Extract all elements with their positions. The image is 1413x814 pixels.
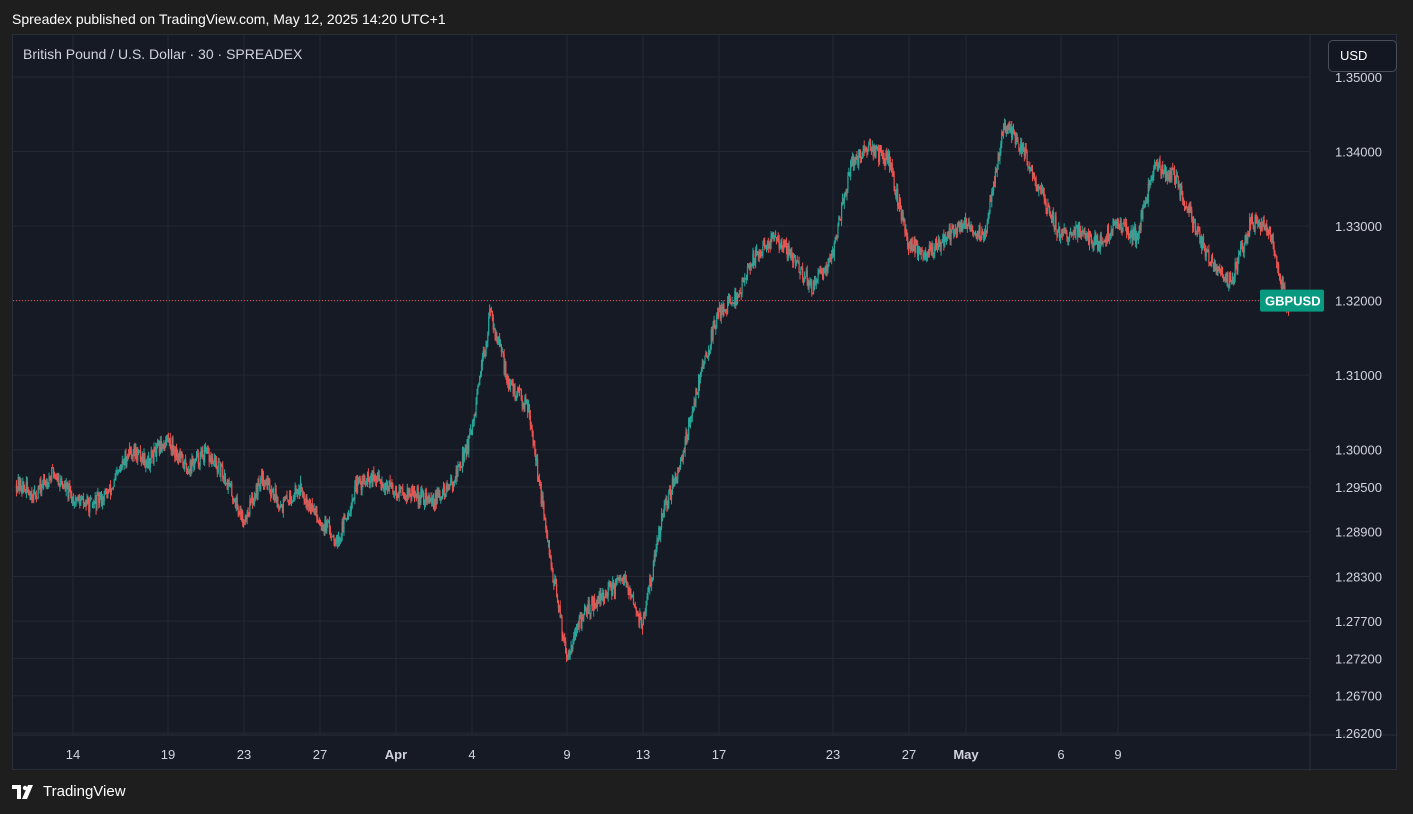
price-chart[interactable]: 1.35000 1.34000 1.33000 1.32000 1.31000 1.300…	[13, 35, 1398, 771]
x-tick-label: 27	[902, 747, 916, 762]
tradingview-icon	[12, 784, 33, 799]
y-tick-label: 1.30000	[1335, 443, 1382, 458]
x-tick-label: 19	[161, 747, 175, 762]
x-tick-label: 9	[563, 747, 570, 762]
candles	[15, 118, 1290, 662]
y-tick-label: 1.35000	[1335, 70, 1382, 85]
y-axis: 1.35000 1.34000 1.33000 1.32000 1.31000 1.300…	[13, 35, 1398, 771]
candle	[468, 435, 470, 458]
grid-lines	[13, 35, 1310, 735]
candle	[1017, 137, 1019, 145]
tradingview-logo[interactable]: TradingView	[12, 783, 126, 800]
y-tick-label: 1.29500	[1335, 480, 1382, 495]
candle	[518, 384, 521, 397]
y-tick-label: 1.33000	[1335, 219, 1382, 234]
candle	[51, 466, 53, 483]
x-tick-label: 17	[712, 747, 726, 762]
x-tick-label: 4	[468, 747, 475, 762]
y-tick-label: 1.34000	[1335, 145, 1382, 160]
candle	[1038, 183, 1040, 197]
candle	[704, 355, 706, 365]
candle	[153, 442, 155, 467]
x-tick-label: May	[953, 747, 979, 762]
x-axis: 14 19 23 27 Apr 4 9 13 17 23 27 May 6 9	[66, 747, 1122, 762]
y-tick-label: 1.26200	[1335, 726, 1382, 741]
candle	[35, 490, 37, 503]
candle	[840, 202, 843, 227]
x-tick-label: 23	[826, 747, 840, 762]
price-badge-label: GBPUSD	[1265, 294, 1321, 309]
candle	[590, 604, 592, 619]
candle	[798, 256, 800, 274]
candle	[1052, 207, 1054, 227]
y-tick-label: 1.31000	[1335, 368, 1382, 383]
candle	[112, 486, 114, 491]
x-tick-label: Apr	[385, 747, 407, 762]
candle	[1192, 216, 1195, 233]
published-header: Spreadex published on TradingView.com, M…	[12, 11, 446, 27]
candle	[940, 242, 942, 256]
x-tick-label: 9	[1114, 747, 1121, 762]
symbol-title[interactable]: British Pound / U.S. Dollar · 30 · SPREA…	[23, 46, 302, 62]
candle	[1211, 252, 1214, 264]
y-tick-label: 1.27200	[1335, 651, 1382, 666]
y-tick-label: 1.27700	[1335, 614, 1382, 629]
candle	[231, 480, 233, 497]
x-tick-label: 6	[1057, 747, 1064, 762]
symbol-price-badge: GBPUSD	[1260, 289, 1324, 312]
candle	[1075, 220, 1077, 240]
currency-button[interactable]: USD	[1328, 40, 1397, 72]
candle	[731, 296, 733, 307]
candle	[774, 230, 777, 238]
candle	[1027, 161, 1029, 171]
x-tick-label: 27	[313, 747, 327, 762]
y-tick-label: 1.26700	[1335, 689, 1382, 704]
x-tick-label: 13	[636, 747, 650, 762]
x-tick-label: 23	[237, 747, 251, 762]
candle	[457, 461, 459, 478]
candle	[632, 591, 635, 606]
candle	[588, 596, 590, 615]
chart-pane[interactable]: 1.35000 1.34000 1.33000 1.32000 1.31000 1.300…	[12, 34, 1398, 771]
candle	[1159, 155, 1161, 170]
x-tick-label: 14	[66, 747, 80, 762]
candle	[1055, 211, 1057, 231]
tradingview-brand: TradingView	[43, 783, 126, 800]
candle	[1234, 257, 1236, 283]
y-tick-label: 1.28300	[1335, 569, 1382, 584]
candle	[90, 497, 93, 500]
y-tick-label: 1.32000	[1335, 294, 1382, 309]
candle	[286, 490, 288, 500]
y-tick-label: 1.28900	[1335, 525, 1382, 540]
